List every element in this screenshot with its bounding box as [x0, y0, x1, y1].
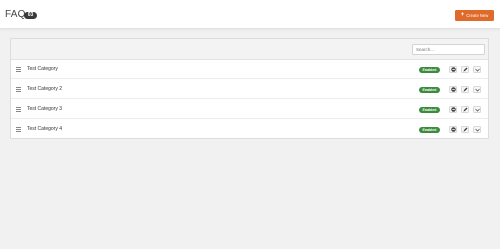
category-name[interactable]: Test Category 2 — [27, 86, 62, 92]
edit-button[interactable] — [461, 66, 469, 73]
category-list-card: Test Category Enabled Test Category 2 En… — [10, 38, 489, 139]
toggle-button[interactable] — [449, 106, 457, 113]
pencil-icon — [463, 127, 467, 132]
chevron-down-icon — [474, 108, 480, 112]
drag-handle-icon[interactable] — [16, 87, 21, 92]
more-dropdown-button[interactable] — [473, 106, 481, 113]
category-name[interactable]: Test Category 4 — [27, 126, 62, 132]
toggle-icon — [450, 87, 456, 92]
toggle-button[interactable] — [449, 66, 457, 73]
chevron-down-icon — [474, 128, 480, 132]
edit-button[interactable] — [461, 86, 469, 93]
list-item: Test Category 4 Enabled — [11, 120, 488, 139]
create-new-label: Create New — [466, 13, 489, 18]
toggle-icon — [450, 67, 456, 72]
edit-button[interactable] — [461, 126, 469, 133]
drag-handle-icon[interactable] — [16, 67, 21, 72]
top-bar: FAQ 03 + Create New — [0, 0, 500, 29]
search-input[interactable] — [412, 44, 485, 55]
list-item: Test Category Enabled — [11, 60, 488, 79]
status-badge: Enabled — [419, 126, 440, 133]
toggle-icon — [450, 127, 456, 132]
chevron-down-icon — [474, 68, 480, 72]
status-badge: Enabled — [419, 86, 440, 93]
more-dropdown-button[interactable] — [473, 86, 481, 93]
pencil-icon — [463, 107, 467, 112]
count-badge: 03 — [24, 12, 37, 19]
category-name[interactable]: Test Category — [27, 66, 58, 72]
status-badge: Enabled — [419, 106, 440, 113]
plus-icon: + — [460, 12, 465, 18]
drag-handle-icon[interactable] — [16, 107, 21, 112]
toggle-button[interactable] — [449, 86, 457, 93]
list-item: Test Category 3 Enabled — [11, 100, 488, 119]
status-badge: Enabled — [419, 66, 440, 73]
edit-button[interactable] — [461, 106, 469, 113]
list-item: Test Category 2 Enabled — [11, 80, 488, 99]
toggle-icon — [450, 107, 456, 112]
pencil-icon — [463, 87, 467, 92]
pencil-icon — [463, 67, 467, 72]
card-header — [11, 39, 488, 60]
chevron-down-icon — [474, 88, 480, 92]
create-new-button[interactable]: + Create New — [455, 10, 494, 21]
category-name[interactable]: Test Category 3 — [27, 106, 62, 112]
page-title: FAQ — [5, 9, 26, 20]
toggle-button[interactable] — [449, 126, 457, 133]
drag-handle-icon[interactable] — [16, 127, 21, 132]
more-dropdown-button[interactable] — [473, 126, 481, 133]
more-dropdown-button[interactable] — [473, 66, 481, 73]
